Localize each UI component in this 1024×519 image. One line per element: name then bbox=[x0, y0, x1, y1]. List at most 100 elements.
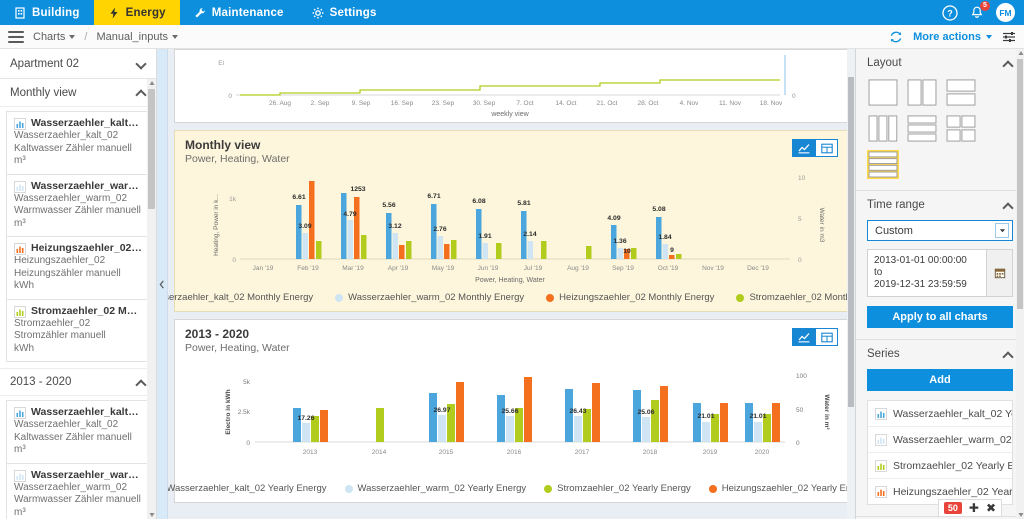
legend-label: Wasserzaehler_kalt_02 Yearly Energy bbox=[168, 483, 327, 494]
list-item[interactable]: Wasserzaehler_warm_02 ... Wasserzaehler_… bbox=[6, 464, 150, 519]
time-range-select[interactable]: Custom bbox=[867, 220, 1013, 241]
breadcrumb-item-manual-inputs[interactable]: Manual_inputs bbox=[96, 31, 178, 43]
sidebar-scrollbar[interactable] bbox=[147, 79, 156, 519]
layout-option-single[interactable] bbox=[867, 78, 899, 107]
monthly-view-chart[interactable]: Heating, Power in k... 1k 0 Water in m3 … bbox=[175, 165, 848, 285]
sidebar-group-2013-2020[interactable]: 2013 - 2020 bbox=[0, 368, 156, 396]
chevron-down-icon[interactable] bbox=[995, 223, 1009, 238]
panel-weekly-view: 0 El 26. Aug 2. Sep 9. Sep 16. Sep 23. S… bbox=[174, 49, 849, 123]
legend-item[interactable]: Stromzaehler_02 Yearly Energy bbox=[544, 483, 691, 494]
series-list-item[interactable]: Stromzaehler_02 Yearly Ene... bbox=[868, 453, 1012, 479]
bell-icon[interactable]: 5 bbox=[969, 5, 985, 21]
layout-option-four-rows[interactable] bbox=[867, 150, 899, 179]
scroll-up-icon[interactable] bbox=[148, 79, 155, 87]
legend-item[interactable]: Wasserzaehler_warm_02 Monthly Energy bbox=[335, 292, 524, 303]
sliders-icon[interactable] bbox=[1002, 30, 1016, 44]
avatar[interactable]: FM bbox=[996, 3, 1015, 22]
list-item-unit: kWh bbox=[14, 343, 142, 356]
chart-view-icon[interactable] bbox=[792, 139, 815, 157]
list-item-line1: Wasserzaehler_kalt_02 bbox=[14, 130, 142, 143]
legend-color-swatch bbox=[345, 485, 353, 493]
monthly-chart-xlabel: Power, Heating, Water bbox=[475, 277, 545, 284]
nav-tab-building[interactable]: Building bbox=[0, 0, 94, 25]
nav-tab-settings[interactable]: Settings bbox=[298, 0, 391, 25]
yearly-chart-legend: Wasserzaehler_kalt_02 Yearly Energy Wass… bbox=[175, 479, 848, 502]
add-series-button[interactable]: Add bbox=[867, 369, 1013, 391]
svg-text:May '19: May '19 bbox=[432, 265, 455, 272]
scroll-down-icon[interactable] bbox=[1017, 511, 1024, 519]
scroll-up-icon[interactable] bbox=[1017, 49, 1024, 57]
legend-item[interactable]: Heizungszaehler_02 Monthly Energy bbox=[546, 292, 714, 303]
wrench-icon bbox=[194, 7, 206, 19]
right-properties-panel: Layout bbox=[855, 49, 1024, 519]
sidebar-collapse-handle[interactable] bbox=[157, 49, 168, 519]
close-icon[interactable]: ✖ bbox=[986, 502, 996, 514]
charts-scrollbar[interactable] bbox=[847, 49, 855, 519]
monthly-chart-ylabel: Heating, Power in k... bbox=[213, 194, 220, 256]
list-item-line2: Kaltwasser Zähler manuell bbox=[14, 143, 142, 156]
legend-item[interactable]: Wasserzaehler_warm_02 Yearly Energy bbox=[345, 483, 527, 494]
nav-tab-energy[interactable]: Energy bbox=[94, 0, 180, 25]
section-layout-header[interactable]: Layout bbox=[867, 57, 1013, 69]
breadcrumb-item-charts[interactable]: Charts bbox=[33, 31, 75, 43]
apply-to-all-charts-button[interactable]: Apply to all charts bbox=[867, 306, 1013, 328]
legend-label: Heizungszaehler_02 Monthly Energy bbox=[559, 292, 714, 303]
hamburger-icon[interactable] bbox=[8, 31, 24, 43]
layout-option-quad[interactable] bbox=[945, 114, 977, 143]
more-actions-button[interactable]: More actions bbox=[913, 31, 992, 43]
section-series-title: Series bbox=[867, 348, 900, 360]
layout-option-two-rows[interactable] bbox=[945, 78, 977, 107]
plus-icon[interactable]: ✚ bbox=[969, 502, 979, 514]
list-item-line2: Heizungszähler manuell bbox=[14, 268, 142, 281]
date-range-to-word: to bbox=[874, 267, 980, 279]
svg-text:11. Nov: 11. Nov bbox=[719, 100, 742, 107]
monthly-chart-legend: Wasserzaehler_kalt_02 Monthly Energy Was… bbox=[175, 288, 848, 311]
legend-item[interactable]: Stromzaehler_02 Monthly Energy bbox=[736, 292, 855, 303]
date-range-field[interactable]: 2013-01-01 00:00:00 to 2019-12-31 23:59:… bbox=[867, 249, 1013, 297]
layout-option-three-cols[interactable] bbox=[867, 114, 899, 143]
svg-text:0: 0 bbox=[792, 93, 796, 100]
right-panel-scroll-thumb[interactable] bbox=[1017, 59, 1023, 309]
weekly-view-chart[interactable]: 0 El 26. Aug 2. Sep 9. Sep 16. Sep 23. S… bbox=[175, 50, 848, 123]
list-item[interactable]: Wasserzaehler_warm_02 ... Wasserzaehler_… bbox=[6, 175, 150, 238]
layout-option-three-rows[interactable] bbox=[906, 114, 938, 143]
yearly-view-chart[interactable]: Electro in kWh 5k 2.5k 0 Water in m³ 100… bbox=[175, 354, 848, 476]
section-series-header[interactable]: Series bbox=[867, 348, 1013, 360]
svg-text:Dec '19: Dec '19 bbox=[747, 265, 769, 272]
section-layout-title: Layout bbox=[867, 57, 902, 69]
nav-tab-maintenance[interactable]: Maintenance bbox=[180, 0, 298, 25]
legend-color-swatch bbox=[736, 294, 744, 302]
layout-option-two-cols[interactable] bbox=[906, 78, 938, 107]
series-list-item[interactable]: Wasserzaehler_kalt_02 Yearl... bbox=[868, 401, 1012, 427]
legend-item[interactable]: Wasserzaehler_kalt_02 Yearly Energy bbox=[168, 483, 327, 494]
breadcrumb-charts-label: Charts bbox=[33, 31, 65, 43]
table-view-icon[interactable] bbox=[815, 328, 838, 346]
list-item[interactable]: Wasserzaehler_kalt_02 Ye... Wasserzaehle… bbox=[6, 400, 150, 464]
sidebar-scroll-thumb[interactable] bbox=[148, 89, 155, 209]
charts-scroll-thumb[interactable] bbox=[848, 77, 854, 407]
svg-text:El: El bbox=[218, 60, 224, 67]
chevron-down-icon bbox=[69, 35, 75, 39]
right-panel-scrollbar[interactable] bbox=[1016, 49, 1024, 519]
refresh-icon[interactable] bbox=[889, 30, 903, 44]
monthly-y2tick-0: 0 bbox=[798, 257, 802, 264]
sidebar-header-apartment[interactable]: Apartment 02 bbox=[0, 49, 156, 79]
sidebar-group-monthly-view[interactable]: Monthly view bbox=[0, 79, 156, 107]
chart-view-icon[interactable] bbox=[792, 328, 815, 346]
legend-color-swatch bbox=[546, 294, 554, 302]
table-view-icon[interactable] bbox=[815, 139, 838, 157]
date-range-from: 2013-01-01 00:00:00 bbox=[874, 255, 980, 267]
more-actions-label: More actions bbox=[913, 31, 981, 43]
svg-text:2019: 2019 bbox=[703, 449, 718, 456]
section-time-range-header[interactable]: Time range bbox=[867, 199, 1013, 211]
legend-item[interactable]: Heizungszaehler_02 Yearly Energy bbox=[709, 483, 855, 494]
series-list-item[interactable]: Wasserzaehler_warm_02 Ye... bbox=[868, 427, 1012, 453]
calendar-icon[interactable] bbox=[986, 250, 1012, 296]
list-item[interactable]: Heizungszaehler_02 Mont... Heizungszaehl… bbox=[6, 237, 150, 300]
list-item[interactable]: Wasserzaehler_kalt_02 M... Wasserzaehler… bbox=[6, 111, 150, 175]
chevron-up-icon bbox=[137, 88, 146, 97]
list-item[interactable]: Stromzaehler_02 Monthly... Stromzaehler_… bbox=[6, 300, 150, 363]
scroll-down-icon[interactable] bbox=[148, 511, 155, 519]
help-icon[interactable]: ? bbox=[942, 5, 958, 21]
legend-item[interactable]: Wasserzaehler_kalt_02 Monthly Energy bbox=[168, 292, 313, 303]
